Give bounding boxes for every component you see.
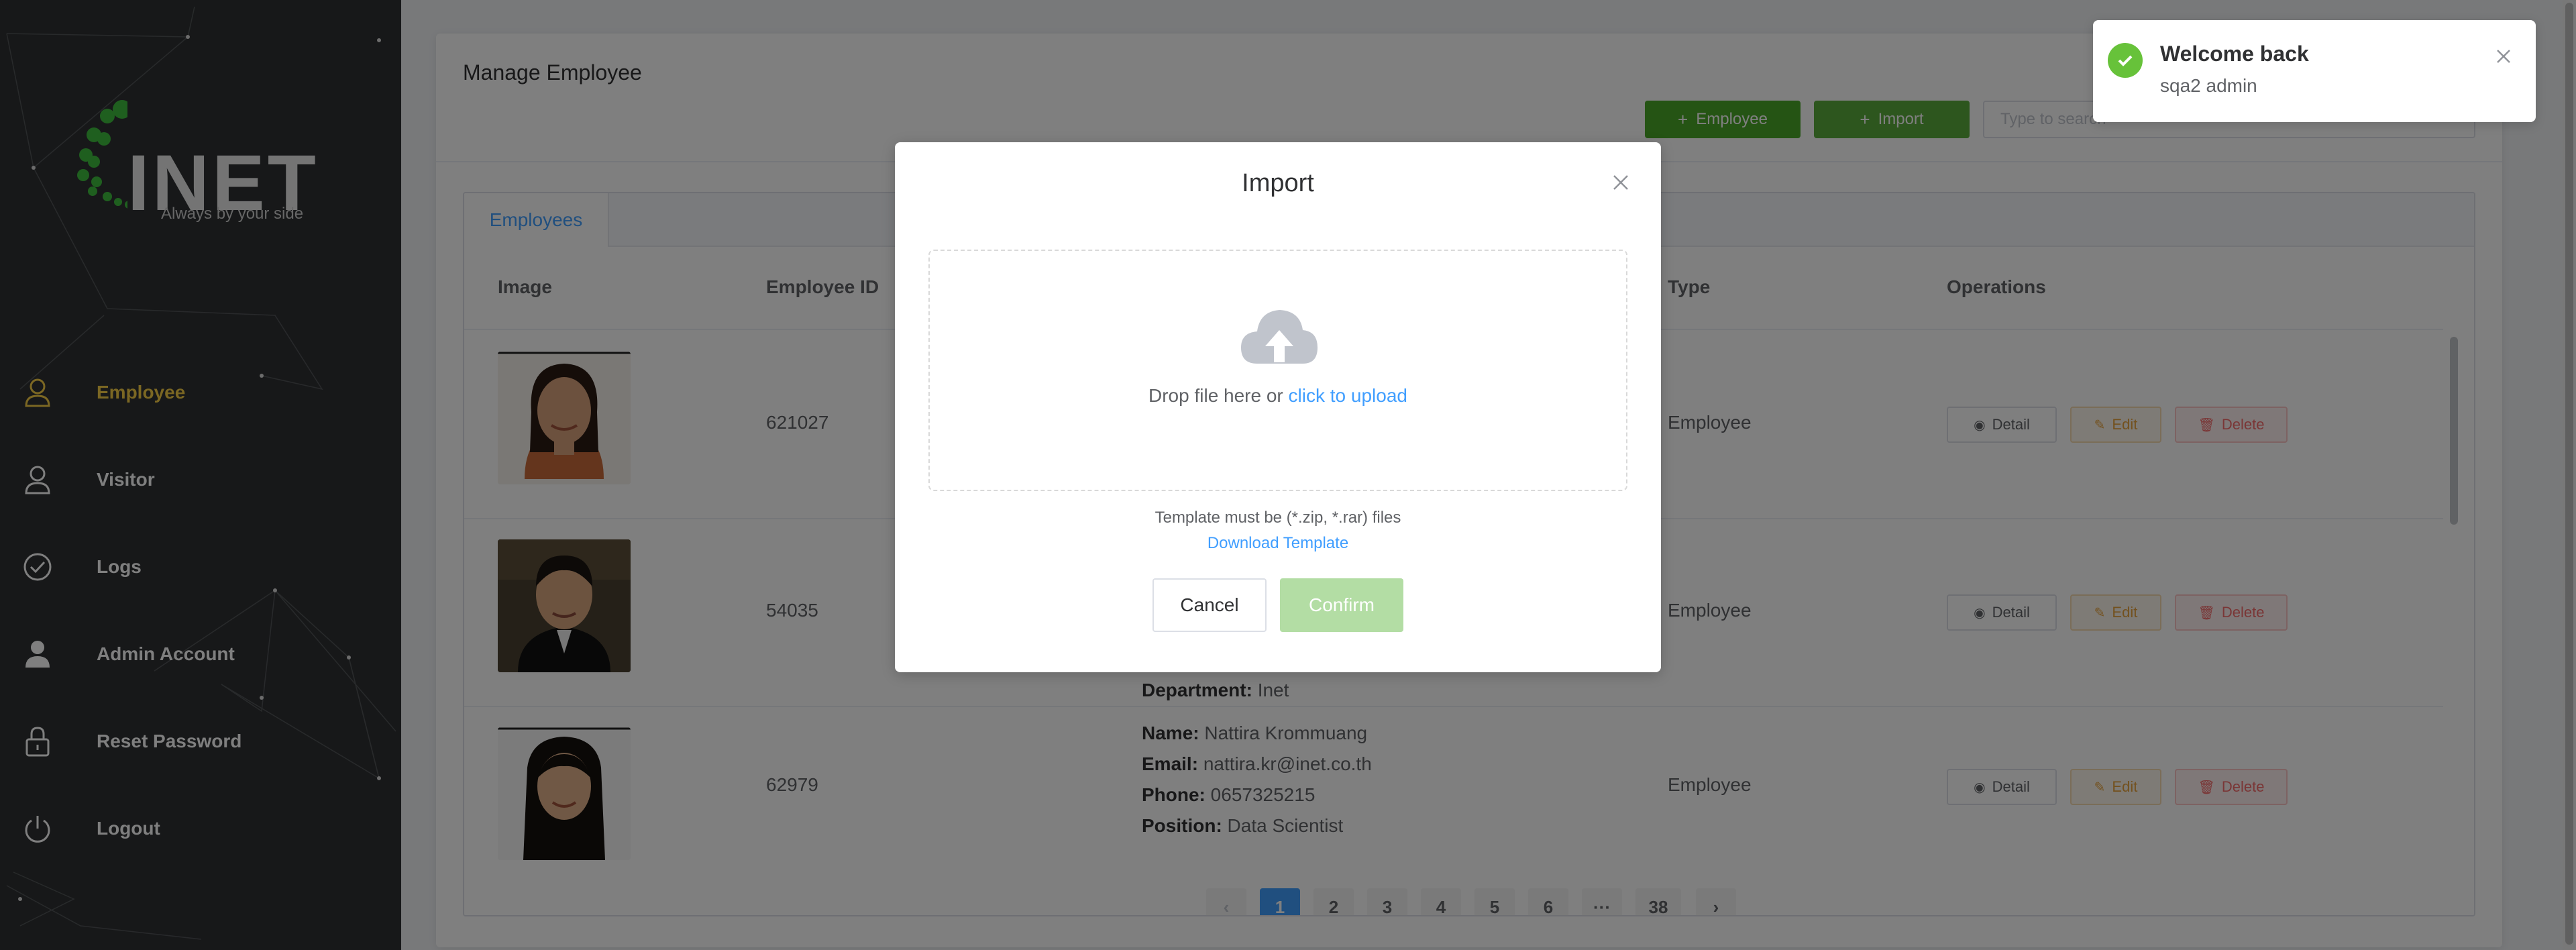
- close-icon[interactable]: [1610, 172, 1631, 193]
- confirm-button[interactable]: Confirm: [1280, 578, 1403, 632]
- close-icon[interactable]: [2494, 47, 2513, 66]
- upload-cloud-icon: [1238, 303, 1320, 370]
- download-template-link[interactable]: Download Template: [895, 534, 1661, 553]
- welcome-toast: Welcome back sqa2 admin: [2093, 20, 2536, 122]
- drop-text: Drop file here or click to upload: [930, 385, 1626, 407]
- dialog-title: Import: [1242, 169, 1314, 197]
- toast-title: Welcome back: [2160, 42, 2309, 66]
- import-dialog: Import Drop file here or click to upload…: [895, 142, 1661, 672]
- upload-dropzone[interactable]: Drop file here or click to upload: [928, 250, 1627, 491]
- download-template-label[interactable]: Download Template: [1208, 534, 1348, 552]
- drop-text-label: Drop file here or: [1148, 385, 1289, 406]
- success-check-icon: [2108, 43, 2143, 78]
- toast-message: sqa2 admin: [2160, 75, 2257, 96]
- click-to-upload-link[interactable]: click to upload: [1289, 385, 1407, 406]
- template-tip: Template must be (*.zip, *.rar) files: [1155, 509, 1401, 527]
- cancel-button[interactable]: Cancel: [1152, 578, 1267, 632]
